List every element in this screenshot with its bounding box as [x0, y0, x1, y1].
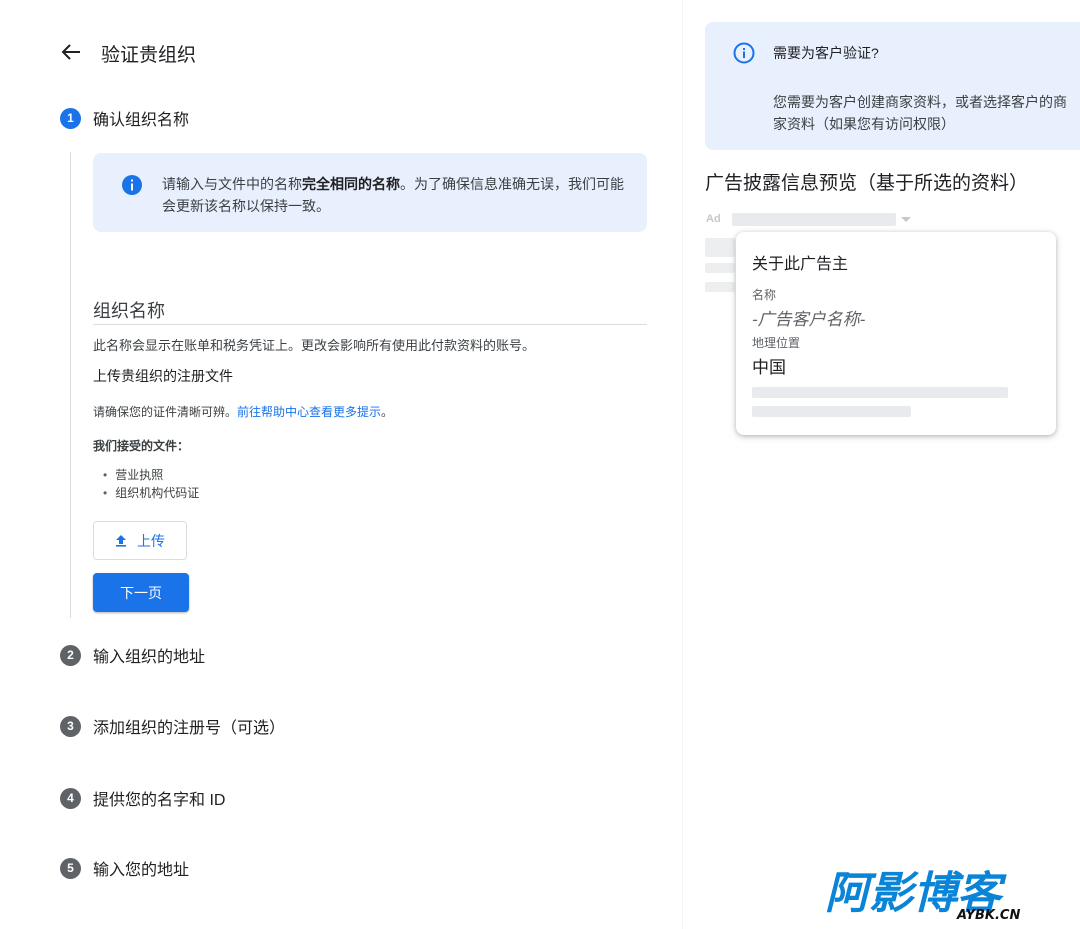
info-icon: [121, 174, 143, 201]
ad-text-placeholder: [705, 247, 735, 257]
step-4[interactable]: 4 提供您的名字和 ID: [60, 786, 225, 810]
back-arrow-icon[interactable]: [60, 38, 84, 66]
watermark-logo: 阿影博客 AYBK.CN: [825, 864, 1060, 923]
text-placeholder: [752, 406, 911, 417]
help-center-link[interactable]: 前往帮助中心查看更多提示: [237, 405, 381, 419]
notice-text: 请输入与文件中的名称完全相同的名称。为了确保信息准确无误，我们可能会更新该名称以…: [162, 176, 624, 214]
step-number: 1: [60, 107, 81, 129]
preview-title: 广告披露信息预览（基于所选的资料）: [705, 173, 1029, 194]
help-body: 您需要为客户创建商家资料，或者选择客户的商家资料（如果您有访问权限）: [773, 94, 1067, 132]
upload-icon: [116, 535, 126, 547]
upload-button-label: 上传: [137, 532, 165, 549]
ad-url-placeholder: [732, 213, 896, 226]
advertiser-name: -广告客户名称-: [752, 310, 866, 329]
accepted-docs-label: 我们接受的文件：: [93, 439, 190, 453]
org-name-label: 组织名称: [93, 301, 165, 321]
step-5[interactable]: 5 输入您的地址: [60, 856, 189, 880]
step-3[interactable]: 3 添加组织的注册号（可选）: [60, 714, 285, 738]
step-label: 提供您的名字和 ID: [93, 792, 226, 809]
caret-down-icon: [901, 217, 911, 222]
step-1[interactable]: 1 确认组织名称: [60, 106, 189, 130]
text-placeholder: [752, 387, 1008, 398]
step-label: 输入您的地址: [93, 862, 190, 879]
location-label: 地理位置: [752, 336, 801, 350]
step-label: 输入组织的地址: [93, 649, 206, 666]
step-2[interactable]: 2 输入组织的地址: [60, 643, 205, 667]
name-label: 名称: [752, 288, 777, 302]
step-label: 确认组织名称: [93, 112, 190, 129]
upload-hint: 请确保您的证件清晰可辨。前往帮助中心查看更多提示。: [93, 405, 394, 419]
step-label: 添加组织的注册号（可选）: [93, 720, 286, 737]
advertiser-info-card: 关于此广告主 名称 -广告客户名称- 地理位置 中国: [736, 232, 1056, 435]
column-divider: [682, 0, 683, 929]
upload-title: 上传贵组织的注册文件: [93, 368, 233, 384]
client-help-box: 需要为客户验证? 您需要为客户创建商家资料，或者选择客户的商家资料（如果您有访问…: [705, 22, 1080, 150]
info-outline-icon: [733, 42, 755, 69]
page-title: 验证贵组织: [101, 45, 197, 66]
location-value: 中国: [752, 358, 786, 377]
ad-text-placeholder: [705, 282, 735, 292]
org-name-helper: 此名称会显示在账单和税务凭证上。更改会影响所有使用此付款资料的账号。: [93, 338, 536, 353]
upload-button[interactable]: 上传: [93, 521, 187, 560]
card-title: 关于此广告主: [752, 256, 849, 273]
ad-tag: Ad: [706, 213, 721, 225]
ad-text-placeholder: [705, 263, 735, 273]
step-number: 2: [60, 644, 81, 666]
svg-text:AYBK.CN: AYBK.CN: [956, 908, 1020, 922]
step-rail: [70, 152, 71, 618]
step-number: 5: [60, 857, 81, 879]
help-title: 需要为客户验证?: [773, 45, 879, 61]
step-number: 3: [60, 715, 81, 737]
next-button[interactable]: 下一页: [93, 573, 189, 612]
org-name-input[interactable]: [93, 324, 647, 325]
list-item: 组织机构代码证: [103, 484, 199, 502]
step-number: 4: [60, 787, 81, 809]
list-item: 营业执照: [103, 466, 199, 484]
name-notice: 请输入与文件中的名称完全相同的名称。为了确保信息准确无误，我们可能会更新该名称以…: [93, 153, 647, 232]
accepted-docs-list: 营业执照 组织机构代码证: [103, 466, 199, 502]
